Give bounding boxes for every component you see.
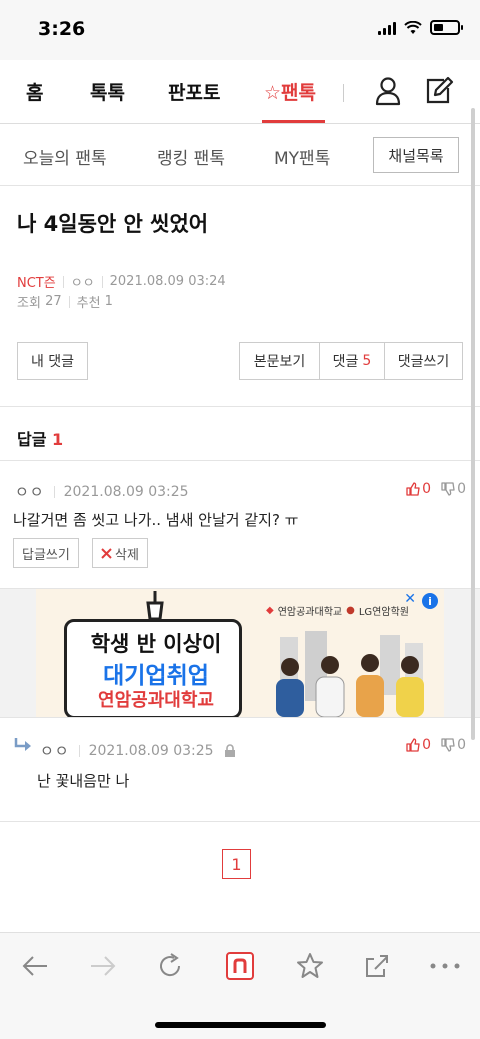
ad-brands: ◆ 연암공과대학교 ● LG연암학원 xyxy=(266,603,409,618)
pagination-current[interactable]: 1 xyxy=(222,849,251,879)
ad-info-icon[interactable]: i xyxy=(422,593,438,609)
sub-nav: 오늘의 팬톡 랭킹 팬톡 MY팬톡 채널목록 xyxy=(0,124,480,186)
wifi-icon xyxy=(404,20,422,34)
downvote-button[interactable]: 0 xyxy=(441,737,466,753)
user-icon[interactable] xyxy=(374,76,402,106)
comment-votes: 0 0 xyxy=(406,481,466,497)
divider xyxy=(0,821,480,822)
downvote-count: 0 xyxy=(457,737,466,753)
replies-count: 1 xyxy=(52,430,64,449)
my-comments-button[interactable]: 내 댓글 xyxy=(17,342,88,380)
ad-school-name: 연암공과대학교 xyxy=(98,690,214,711)
reply-meta: ㅇㅇ 2021.08.09 03:25 xyxy=(40,740,236,761)
upvote-button[interactable]: 0 xyxy=(406,737,431,753)
comments-count: 5 xyxy=(362,353,372,369)
reply-write-button[interactable]: 답글쓰기 xyxy=(13,538,79,568)
thumbs-up-icon xyxy=(406,738,420,752)
ad-highlight: 대기업취업 xyxy=(103,663,209,689)
tab-panphoto[interactable]: 판포토 xyxy=(168,78,220,105)
divider xyxy=(0,717,480,718)
tab-home[interactable]: 홈 xyxy=(26,78,43,105)
recommend-label: 추천 xyxy=(76,296,101,311)
thumbs-down-icon xyxy=(441,482,455,496)
ad-board: 학생 반 이상이 대기업취업 연암공과대학교 xyxy=(64,619,242,717)
tab-my-fantok[interactable]: MY팬톡 xyxy=(274,144,330,169)
nav-divider xyxy=(343,84,344,102)
comments-button[interactable]: 댓글 5 xyxy=(319,342,385,380)
ad-hanger-graphic xyxy=(146,591,164,621)
divider xyxy=(0,406,480,407)
views-label: 조회 xyxy=(17,296,41,311)
reply-votes: 0 0 xyxy=(406,737,466,753)
status-bar: 3:26 xyxy=(0,0,480,60)
ad-students-illustration xyxy=(276,631,424,717)
views-count: 27 xyxy=(45,294,62,309)
forward-arrow-icon[interactable] xyxy=(88,951,118,981)
battery-icon xyxy=(430,20,463,35)
main-nav: 홈 톡톡 판포토 ☆팬톡 xyxy=(0,60,480,124)
star-icon[interactable] xyxy=(295,951,325,981)
status-icons xyxy=(378,20,463,35)
post-author: ㅇㅇ xyxy=(70,276,95,291)
more-menu-icon[interactable] xyxy=(428,951,462,981)
cellular-signal-icon xyxy=(378,21,396,35)
recommend-count: 1 xyxy=(104,294,113,309)
post-date: 2021.08.09 03:24 xyxy=(109,274,226,289)
delete-label: 삭제 xyxy=(115,547,139,563)
write-icon[interactable] xyxy=(424,76,454,106)
post-stats: 조회 27 추천 1 xyxy=(17,292,113,311)
view-post-button[interactable]: 본문보기 xyxy=(239,342,320,380)
naver-n-icon[interactable] xyxy=(225,951,255,981)
back-arrow-icon[interactable] xyxy=(20,951,50,981)
comment-author: ㅇㅇ xyxy=(15,483,45,501)
reply-author: ㅇㅇ xyxy=(40,742,70,760)
upvote-count: 0 xyxy=(422,737,432,753)
replies-label: 답글 xyxy=(17,430,47,449)
thumbs-down-icon xyxy=(441,738,455,752)
write-comment-button[interactable]: 댓글쓰기 xyxy=(384,342,463,380)
ad-brand-2: LG연암학원 xyxy=(358,607,409,618)
channel-list-button[interactable]: 채널목록 xyxy=(373,137,459,173)
home-indicator xyxy=(155,1022,326,1028)
reply-text: 난 꽃내음만 나 xyxy=(37,772,130,790)
downvote-button[interactable]: 0 xyxy=(441,481,466,497)
scrollbar[interactable] xyxy=(471,108,475,740)
comment-text: 나갈거면 좀 씻고 나가.. 냄새 안날거 같지? ㅠ xyxy=(13,511,299,529)
divider xyxy=(0,460,480,461)
comments-label: 댓글 xyxy=(332,354,359,370)
thumbs-up-icon xyxy=(406,482,420,496)
share-icon[interactable] xyxy=(362,951,392,981)
post-channel[interactable]: NCT즌 xyxy=(17,272,56,291)
lock-icon xyxy=(224,743,235,757)
post-title: 나 4일동안 안 씻었어 xyxy=(17,212,209,236)
tab-fantok[interactable]: ☆팬톡 xyxy=(264,78,316,105)
active-tab-indicator xyxy=(262,120,325,123)
upvote-count: 0 xyxy=(422,481,432,497)
ad-banner[interactable]: 학생 반 이상이 대기업취업 연암공과대학교 ◆ 연암공과대학교 ● LG연암학… xyxy=(0,589,480,717)
tab-today-fantok[interactable]: 오늘의 팬톡 xyxy=(23,144,107,169)
downvote-count: 0 xyxy=(457,481,466,497)
delete-button[interactable]: 삭제 xyxy=(92,538,148,568)
post-meta: NCT즌 ㅇㅇ 2021.08.09 03:24 xyxy=(17,272,226,291)
status-time: 3:26 xyxy=(38,18,86,40)
lg-logo-icon: ● xyxy=(346,605,355,616)
refresh-icon[interactable] xyxy=(155,951,185,981)
reply-date: 2021.08.09 03:25 xyxy=(88,742,214,759)
ad-brand-1: 연암공과대학교 xyxy=(277,607,343,618)
delete-x-icon xyxy=(101,547,112,559)
replies-heading: 답글 1 xyxy=(17,426,63,450)
tab-toktok[interactable]: 톡톡 xyxy=(90,78,125,105)
ad-close-icon[interactable]: ✕ xyxy=(404,591,416,607)
ad-creative[interactable]: 학생 반 이상이 대기업취업 연암공과대학교 ◆ 연암공과대학교 ● LG연암학… xyxy=(36,589,444,717)
ad-logo-icon: ◆ xyxy=(266,605,274,616)
upvote-button[interactable]: 0 xyxy=(406,481,431,497)
comment-meta: ㅇㅇ 2021.08.09 03:25 xyxy=(15,481,189,502)
comment-date: 2021.08.09 03:25 xyxy=(63,483,189,500)
ad-headline: 학생 반 이상이 xyxy=(90,632,222,656)
reply-arrow-icon xyxy=(14,738,31,751)
tab-ranking-fantok[interactable]: 랭킹 팬톡 xyxy=(157,144,225,169)
